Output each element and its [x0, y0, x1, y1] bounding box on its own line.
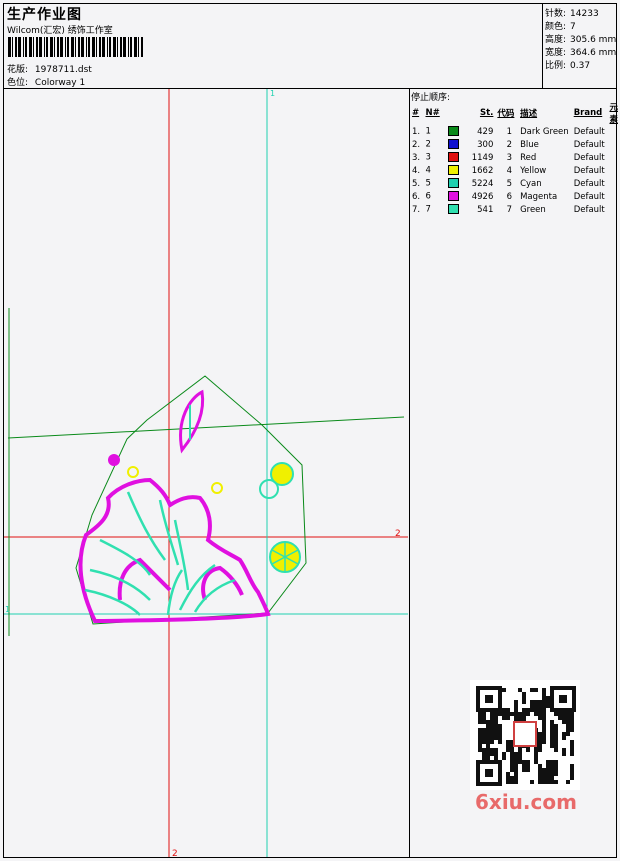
marker-top: 1 — [270, 89, 275, 98]
marker-bottom: 2 — [172, 849, 178, 859]
qr-code-image — [470, 680, 580, 790]
bud-shape — [179, 389, 205, 454]
small-yellow-circle-2 — [211, 482, 223, 494]
lemon-slice-2 — [259, 479, 279, 499]
green-guide-line — [7, 416, 405, 439]
leaf-veins-left — [84, 538, 152, 616]
small-yellow-circle — [127, 466, 139, 478]
watermark-site: 6xiu.com — [475, 790, 577, 814]
seal-stamp — [513, 721, 537, 747]
marker-left: 1 — [5, 605, 10, 614]
dot-shape — [108, 454, 120, 466]
marker-right: 2 — [395, 529, 401, 539]
